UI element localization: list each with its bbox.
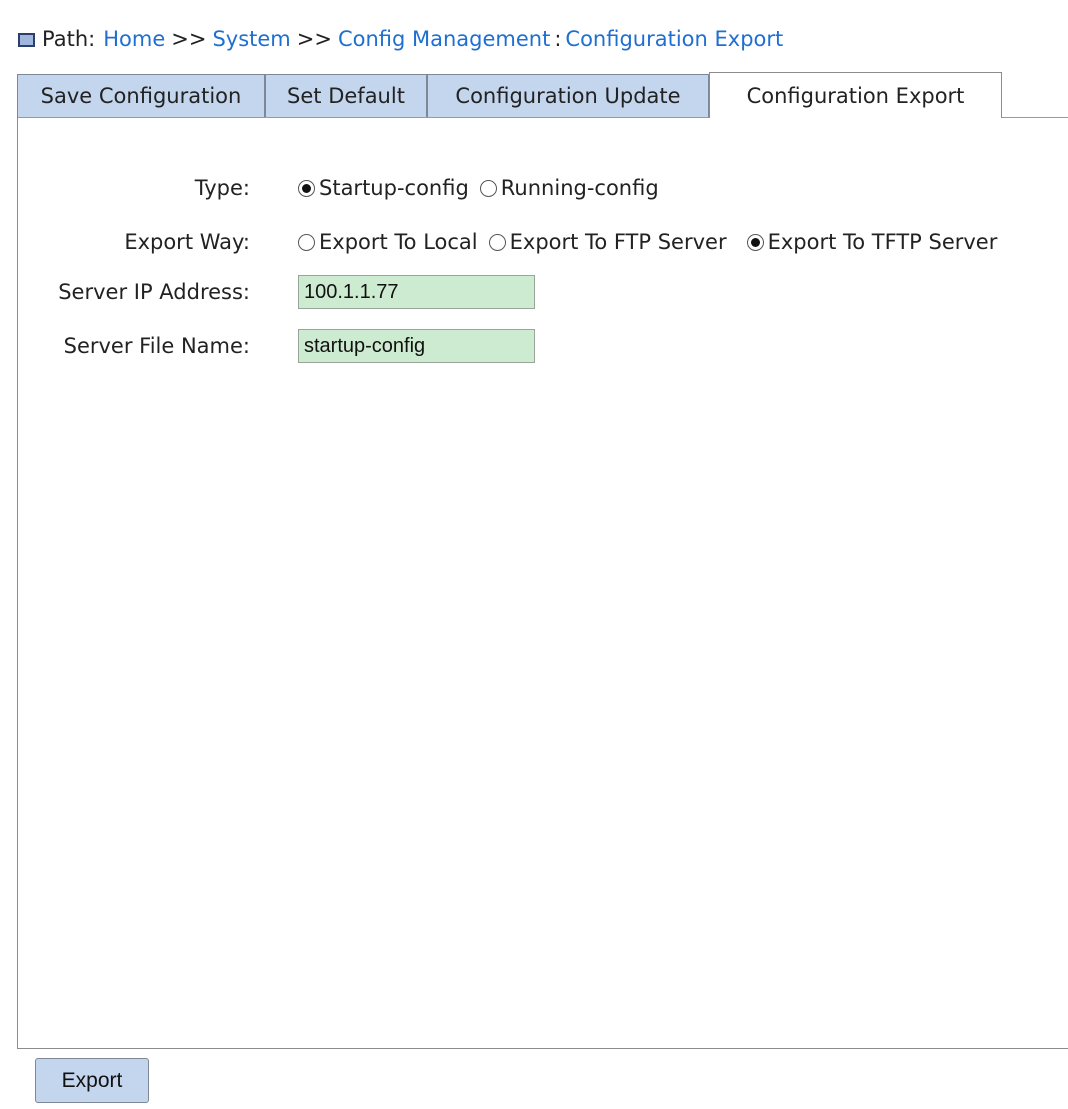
export-to-tftp-label: Export To TFTP Server	[767, 230, 998, 254]
breadcrumb-colon: :	[554, 27, 562, 51]
breadcrumb-separator: >>	[171, 27, 207, 51]
tab-save-configuration[interactable]: Save Configuration	[17, 74, 265, 117]
export-to-tftp-radio[interactable]	[746, 233, 764, 251]
export-to-local-label: Export To Local	[319, 230, 478, 254]
tab-configuration-update[interactable]: Configuration Update	[427, 74, 709, 117]
export-button[interactable]: Export	[35, 1058, 149, 1103]
export-to-local-option[interactable]: Export To Local	[298, 230, 478, 254]
breadcrumb-system-link[interactable]: System	[212, 27, 290, 51]
export-to-ftp-option[interactable]: Export To FTP Server	[488, 230, 727, 254]
config-export-panel: Type: Startup-config Running-config Expo…	[17, 117, 1068, 1049]
running-config-radio[interactable]	[479, 179, 497, 197]
running-config-label: Running-config	[500, 176, 659, 200]
server-file-label: Server File Name:	[63, 334, 250, 358]
tab-set-default[interactable]: Set Default	[265, 74, 427, 117]
breadcrumb-config-management-link[interactable]: Config Management	[338, 27, 550, 51]
type-row: Type: Startup-config Running-config	[18, 170, 670, 206]
export-to-ftp-label: Export To FTP Server	[509, 230, 727, 254]
export-way-label: Export Way:	[124, 230, 250, 254]
server-ip-label: Server IP Address:	[58, 280, 250, 304]
startup-config-radio[interactable]	[298, 179, 315, 197]
type-startup-config-option[interactable]: Startup-config	[298, 176, 469, 200]
export-to-local-radio[interactable]	[298, 233, 315, 251]
server-ip-input[interactable]	[298, 275, 535, 309]
breadcrumb: Path: Home >> System >> Config Managemen…	[18, 22, 783, 56]
type-running-config-option[interactable]: Running-config	[479, 176, 659, 200]
window-icon	[18, 33, 35, 47]
export-to-tftp-option[interactable]: Export To TFTP Server	[746, 230, 998, 254]
tab-configuration-export[interactable]: Configuration Export	[709, 72, 1002, 118]
server-file-row: Server File Name:	[18, 328, 535, 364]
tab-bar: Save Configuration Set Default Configura…	[17, 72, 1068, 118]
breadcrumb-home-link[interactable]: Home	[103, 27, 165, 51]
type-label: Type:	[194, 176, 250, 200]
export-to-ftp-radio[interactable]	[488, 233, 506, 251]
breadcrumb-label: Path:	[42, 27, 96, 51]
breadcrumb-separator: >>	[296, 27, 332, 51]
breadcrumb-current-link[interactable]: Configuration Export	[565, 27, 783, 51]
server-ip-row: Server IP Address:	[18, 274, 535, 310]
server-file-input[interactable]	[298, 329, 535, 363]
startup-config-label: Startup-config	[319, 176, 469, 200]
export-way-row: Export Way: Export To Local Export To FT…	[18, 224, 997, 260]
